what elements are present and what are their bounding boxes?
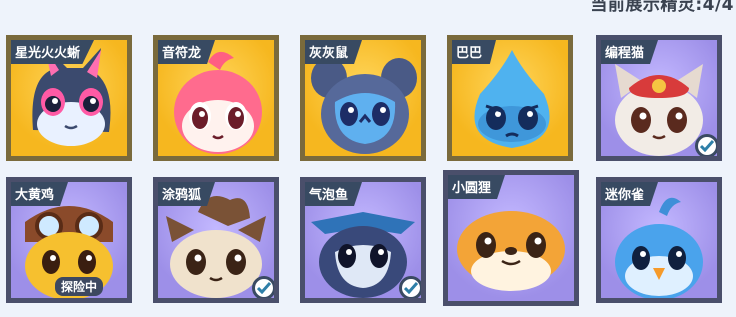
sprite-card-baba[interactable]: 巴巴 <box>447 35 573 161</box>
card-name: 涂鸦狐 <box>158 182 216 206</box>
sprite-card-mini-sparrow[interactable]: 迷你雀 <box>596 177 722 303</box>
sprite-card-gray-mouse[interactable]: 灰灰鼠 <box>300 35 426 161</box>
sprite-card-star-lizard[interactable]: 星光火火蜥 <box>6 35 132 161</box>
sprite-card-little-round-raccoon[interactable]: 小圆狸 <box>443 170 579 306</box>
sprite-card-bubble-fish[interactable]: 气泡鱼 <box>300 177 426 303</box>
card-name: 迷你雀 <box>601 182 659 206</box>
selected-check-icon <box>252 276 274 298</box>
sprite-card-note-dragon[interactable]: 音符龙 <box>153 35 279 161</box>
sprite-card-big-yellow-chick[interactable]: 大黄鸡 探险中 <box>6 177 132 303</box>
card-name: 巴巴 <box>452 40 497 64</box>
card-name: 大黄鸡 <box>11 182 69 206</box>
card-name: 星光火火蜥 <box>11 40 95 64</box>
card-name: 灰灰鼠 <box>305 40 363 64</box>
sprite-card-doodle-fox[interactable]: 涂鸦狐 <box>153 177 279 303</box>
selected-check-icon <box>399 276 421 298</box>
display-count-header: 当前展示精灵:4/4 <box>590 0 734 15</box>
card-name: 小圆狸 <box>448 175 506 199</box>
card-name: 气泡鱼 <box>305 182 363 206</box>
card-name: 音符龙 <box>158 40 216 64</box>
card-name: 编程猫 <box>601 40 659 64</box>
selected-check-icon <box>695 134 717 156</box>
exploring-status-badge: 探险中 <box>55 277 104 296</box>
sprite-card-code-cat[interactable]: 编程猫 <box>596 35 722 161</box>
